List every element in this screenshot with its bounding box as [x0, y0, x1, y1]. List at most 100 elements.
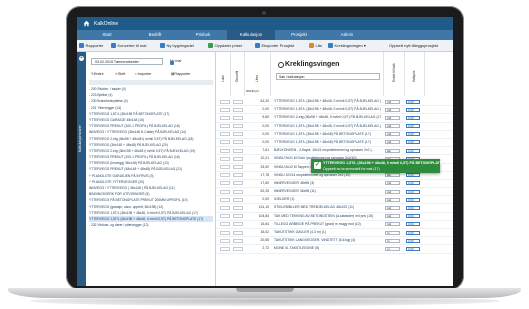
panel-rapporter-button[interactable]: ▤ Rapporter — [171, 70, 190, 78]
lukk-checkbox[interactable] — [220, 124, 230, 129]
tree-item[interactable]: - 232 Vindusr. og dører i yttervegger (1… — [89, 222, 213, 228]
price-field[interactable]: 0,00 — [406, 205, 420, 210]
grunnfil-checkbox[interactable] — [233, 205, 243, 210]
price-field[interactable]: 0,00 — [406, 140, 420, 145]
table-row[interactable]: 15,64 TILLEGG ARBEIDE PÅ PREKUT (grad) m … — [216, 221, 453, 229]
price-field[interactable]: 0,00 — [406, 124, 420, 129]
unit-select[interactable]: m — [385, 230, 400, 235]
tab-bedrift[interactable]: Bedrift — [131, 30, 179, 40]
lukk-checkbox[interactable] — [220, 205, 230, 210]
unit-select[interactable]: m2 — [385, 181, 400, 186]
unit-select[interactable]: m2 — [385, 222, 400, 227]
lukk-checkbox[interactable] — [220, 156, 230, 161]
home-icon[interactable] — [83, 20, 90, 27]
price-field[interactable]: 0,00 — [406, 230, 420, 235]
rapporter-button[interactable]: Rapporter — [79, 40, 103, 51]
unit-select[interactable]: m2 — [385, 214, 400, 219]
unit-select[interactable]: m2 — [385, 132, 400, 137]
tab-kalkulasjon[interactable]: Kalkulasjon — [227, 30, 275, 40]
grunnfil-checkbox[interactable] — [233, 156, 243, 161]
grunnfil-checkbox[interactable] — [233, 173, 243, 178]
tab-admin[interactable]: Admin — [323, 30, 371, 40]
grunnfil-checkbox[interactable] — [233, 99, 243, 104]
lukk-checkbox[interactable] — [220, 173, 230, 178]
endre-button[interactable]: ✎ Endre — [91, 70, 104, 78]
price-field[interactable]: 0,00 — [406, 181, 420, 186]
table-row[interactable]: 9,60 YTTERVEGG 2-etg (36x98 + 48x48, 0 m/… — [216, 114, 453, 123]
lukk-checkbox[interactable] — [220, 99, 230, 104]
grunnfil-checkbox[interactable] — [233, 140, 243, 145]
unit-select[interactable]: m2 — [385, 205, 400, 210]
grunnfil-checkbox[interactable] — [233, 124, 243, 129]
date-select[interactable]: 03.02.2015 Tømrerarbeider — [91, 58, 163, 65]
lukk-checkbox[interactable] — [220, 132, 230, 137]
search-input[interactable]: Søk i kalkulasjon — [276, 73, 380, 80]
unit-select[interactable]: m — [385, 238, 400, 243]
price-field[interactable]: 0,00 — [406, 238, 420, 243]
unit-select[interactable]: m2 — [385, 197, 400, 202]
grunnfil-checkbox[interactable] — [233, 165, 243, 169]
grunnfil-checkbox[interactable] — [233, 115, 243, 120]
lukk-checkbox[interactable] — [220, 246, 230, 251]
table-row[interactable]: 15,02 TAKUTSTIKK GAVLER (4,3 m) (1) m 0,00 — [216, 229, 453, 238]
grunnfil-checkbox[interactable] — [233, 148, 243, 153]
lock-button[interactable]: Lås — [309, 40, 322, 51]
price-field[interactable]: 0,00 — [406, 115, 420, 120]
lukk-checkbox[interactable] — [220, 189, 230, 194]
grunnfil-checkbox[interactable] — [233, 246, 243, 251]
table-row[interactable]: 0,00 YTTERVEGG 1,5T/L (36x198 + 48x48) PÅ… — [216, 139, 453, 148]
price-field[interactable]: 0,00 — [406, 222, 420, 227]
grunnfil-checkbox[interactable] — [233, 230, 243, 235]
price-field[interactable]: 0,00 — [406, 246, 420, 251]
ny-bygningsdel-button[interactable]: Ny bygningsdel — [160, 40, 194, 51]
table-row[interactable]: 62,25 INNERVEGGER 36x98 (11) m2 0,00 — [216, 188, 453, 197]
tab-prisbok[interactable]: Prisbok — [179, 30, 227, 40]
unit-select[interactable]: m2 — [385, 140, 400, 145]
table-row[interactable]: 0,00 SJELDER (1) m2 0,00 — [216, 196, 453, 205]
grunnfil-checkbox[interactable] — [233, 107, 243, 112]
lukk-checkbox[interactable] — [220, 107, 230, 112]
grunnfil-checkbox[interactable] — [233, 189, 243, 194]
lukk-checkbox[interactable] — [220, 140, 230, 145]
unit-select[interactable]: stk — [385, 173, 400, 178]
price-field[interactable]: 0,00 — [406, 214, 420, 219]
grunnfil-checkbox[interactable] — [233, 222, 243, 227]
grunnfil-checkbox[interactable] — [233, 214, 243, 219]
lukk-checkbox[interactable] — [220, 197, 230, 202]
unit-select[interactable]: m — [385, 246, 400, 251]
lukk-checkbox[interactable] — [220, 148, 230, 153]
plus-icon[interactable]: + — [79, 56, 84, 61]
table-row[interactable]: 0,00 YTTERVEGG 1,5T/L (36x198 + 48x48, 0 … — [216, 106, 453, 115]
tab-start[interactable]: Start — [83, 30, 131, 40]
lukk-checkbox[interactable] — [220, 222, 230, 227]
table-row[interactable]: 17,60 INNERVEGGER 48x98 (3) m2 0,00 — [216, 180, 453, 189]
table-row[interactable]: 0,00 YTTERVEGG 1,5T/L (36x198 + 48x48) PÅ… — [216, 131, 453, 139]
table-row[interactable]: 2,72 MONE I/L TAKSTLEEGNE (5) m 0,00 — [216, 245, 453, 254]
table-row[interactable]: 0,00 YTTERVEGG 1,5T/L (36x198 + 48x48, 0 … — [216, 123, 453, 131]
price-field[interactable]: 0,00 — [406, 107, 420, 112]
lukk-checkbox[interactable] — [220, 230, 230, 235]
table-row[interactable]: 7,61 BÆLKONGEN - 2-flayot, 15x21 mupidebi… — [216, 147, 453, 156]
price-field[interactable]: 0,00 — [406, 173, 420, 178]
unit-select[interactable]: stk — [385, 148, 400, 153]
price-field[interactable]: 0,00 — [406, 148, 420, 153]
grunnfil-checkbox[interactable] — [233, 181, 243, 186]
price-field[interactable]: 0,00 — [406, 99, 420, 104]
konverter-button[interactable]: Konverter til mal — [111, 40, 146, 51]
tab-prosjekt[interactable]: Prosjekt — [275, 30, 323, 40]
importer-button[interactable]: ⇦ Importer — [135, 70, 151, 78]
table-row[interactable]: 131,10 STIKLEBIBLLER MED TREBJELKELAG 48x… — [216, 204, 453, 213]
price-field[interactable]: 0,00 — [406, 189, 420, 194]
lukk-checkbox[interactable] — [220, 115, 230, 120]
table-row[interactable]: 104,84 TAK MED TEKKING AV BETONGSTEIN (A-… — [216, 213, 453, 221]
table-row[interactable]: 20,55 TAKUTSTIKK LANGVEGGER, VINDTETT (6,… — [216, 237, 453, 246]
eksporter-button[interactable]: Eksporter Prosjekt — [255, 40, 294, 51]
grunnfil-checkbox[interactable] — [233, 132, 243, 137]
table-row[interactable]: 61,20 YTTERVEGG 1,5T/L (36x198 + 48x48, 0… — [216, 98, 453, 107]
lukk-checkbox[interactable] — [220, 214, 230, 219]
price-field[interactable]: 0,00 — [406, 197, 420, 202]
lukk-checkbox[interactable] — [220, 181, 230, 186]
unit-select[interactable]: m2 — [385, 115, 400, 120]
project-select[interactable]: Kreklingsvingen ▾ — [328, 40, 366, 51]
lukk-checkbox[interactable] — [220, 165, 230, 169]
